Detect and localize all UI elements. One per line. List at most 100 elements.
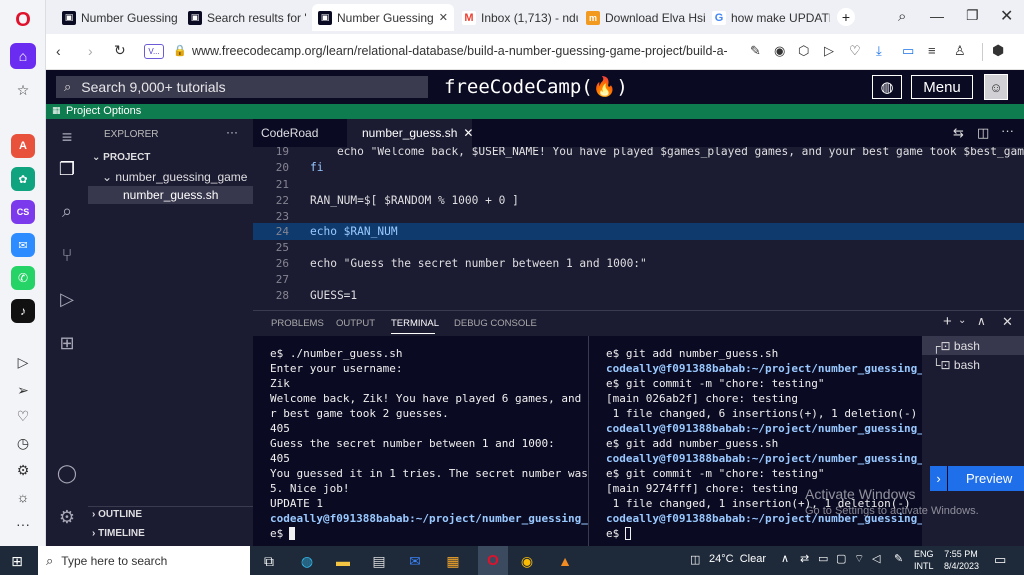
camera-icon[interactable]: ◉ <box>774 43 785 59</box>
search-tabs-icon[interactable]: ⌕ <box>898 8 906 25</box>
language-indicator[interactable]: ENG INTL <box>914 548 934 572</box>
home-icon[interactable]: ⌂ <box>10 43 36 69</box>
account-icon[interactable]: ◯ <box>55 461 79 485</box>
source-control-icon[interactable]: ⑂ <box>55 243 79 267</box>
outline-section[interactable]: › OUTLINE <box>92 509 142 520</box>
preview-button[interactable]: › Preview <box>930 466 1024 491</box>
tab-number-guessing-active[interactable]: ▣ Number Guessing Game ✕ <box>312 4 454 31</box>
close-tab-icon[interactable]: ✕ <box>434 11 448 24</box>
folder-number-guessing-game[interactable]: ⌄ number_guessing_game <box>102 170 247 184</box>
tab-problems[interactable]: PROBLEMS <box>271 318 324 329</box>
run-debug-icon[interactable]: ▷ <box>55 287 79 311</box>
edge-icon[interactable]: ◍ <box>296 550 318 572</box>
search-icon[interactable]: ⌕ <box>55 199 79 223</box>
explorer-more-icon[interactable]: ··· <box>226 125 238 139</box>
terminal-item-1[interactable]: ┌⊡ bash <box>932 339 980 353</box>
messenger-icon[interactable]: ✉ <box>11 233 35 257</box>
heart-icon[interactable]: ♡ <box>11 404 35 428</box>
weather-text[interactable]: 24°C Clear <box>709 553 766 565</box>
tab-search-results[interactable]: ▣ Search results for 'Bu <box>182 4 306 31</box>
play-icon[interactable]: ▷ <box>824 43 834 59</box>
tab-terminal[interactable]: TERMINAL <box>391 318 439 329</box>
display-icon[interactable]: ▢ <box>836 552 846 565</box>
opera-taskbar-icon[interactable]: O <box>478 546 508 575</box>
restore-icon[interactable]: ❐ <box>966 7 979 24</box>
file-explorer-icon[interactable]: ▬ <box>332 550 354 572</box>
hamburger-icon[interactable]: ≡ <box>55 125 79 149</box>
chatgpt-icon[interactable]: ✿ <box>11 167 35 191</box>
menu-lines-icon[interactable]: ≡ <box>928 43 936 58</box>
menu-button[interactable]: Menu <box>911 75 973 99</box>
tab-number-guess-sh[interactable]: number_guess.sh ✕ <box>347 119 473 147</box>
tab-output[interactable]: OUTPUT <box>336 318 375 329</box>
forward-icon[interactable]: › <box>88 43 93 59</box>
timeline-section[interactable]: › TIMELINE <box>92 528 145 539</box>
notifications-icon[interactable]: ▭ <box>994 552 1006 568</box>
wifi-icon[interactable]: ⌔ <box>854 552 864 566</box>
windows-start-icon[interactable]: ⊞ <box>6 550 28 572</box>
tiktok-icon[interactable]: ♪ <box>11 299 35 323</box>
opera-logo-icon[interactable]: O <box>11 8 35 32</box>
globe-icon[interactable]: ◍ <box>872 75 902 99</box>
manage-gear-icon[interactable]: ⚙ <box>55 505 79 529</box>
edit-icon[interactable]: ✎ <box>750 43 761 59</box>
chevron-down-icon[interactable]: ⌄ <box>958 315 966 326</box>
explorer-icon[interactable]: ❐ <box>55 157 79 181</box>
chrome-icon[interactable]: ◉ <box>516 550 538 572</box>
settings-icon[interactable]: ⚙ <box>11 458 35 482</box>
taskbar-search[interactable]: ⌕ Type here to search <box>38 546 250 575</box>
close-panel-icon[interactable]: ✕ <box>1002 314 1013 330</box>
player-icon[interactable]: ▷ <box>11 350 35 374</box>
vlc-icon[interactable]: ▲ <box>554 550 576 572</box>
project-options-button[interactable]: Project Options <box>66 105 141 117</box>
more-icon[interactable]: ··· <box>11 512 35 536</box>
tab-coderoad[interactable]: CodeRoad <box>253 119 347 147</box>
task-view-icon[interactable]: ⧉ <box>258 550 280 572</box>
battery-icon[interactable]: ▭ <box>818 552 828 565</box>
code-editor[interactable]: 19 echo "Welcome back, $USER_NAME! You h… <box>253 147 1024 310</box>
editor-more-icon[interactable]: ··· <box>1001 123 1014 138</box>
tab-gmail-inbox[interactable]: M Inbox (1,713) - nduz <box>456 4 578 31</box>
sync-icon[interactable]: ⇄ <box>800 552 809 565</box>
minimize-icon[interactable]: — <box>930 8 944 24</box>
avatar[interactable]: ☺ <box>984 74 1008 100</box>
back-icon[interactable]: ‹ <box>56 43 61 59</box>
cube-icon[interactable]: ⬡ <box>798 43 809 59</box>
store-icon[interactable]: ▤ <box>368 550 390 572</box>
terminal-item-2[interactable]: └⊡ bash <box>932 358 980 372</box>
fcc-logo[interactable]: freeCodeCamp(🔥) <box>444 75 628 98</box>
volume-icon[interactable]: ◁ <box>872 552 880 565</box>
chatsonic-icon[interactable]: CS <box>11 200 35 224</box>
vpn-chip[interactable]: V... <box>144 44 164 59</box>
clock[interactable]: 7:55 PM 8/4/2023 <box>944 548 979 572</box>
new-terminal-icon[interactable]: + <box>943 313 952 330</box>
extensions-icon[interactable]: ⬢ <box>992 42 1004 59</box>
heart-outline-icon[interactable]: ♡ <box>849 43 861 59</box>
aria-icon[interactable]: A <box>11 134 35 158</box>
send-icon[interactable]: ➢ <box>11 378 35 402</box>
pen-icon[interactable]: ✎ <box>894 552 903 565</box>
compare-icon[interactable]: ⇆ <box>953 125 964 141</box>
maximize-panel-icon[interactable]: ∧ <box>977 314 986 328</box>
tray-chevron-icon[interactable]: ∧ <box>781 552 789 565</box>
star-icon[interactable]: ☆ <box>11 78 35 102</box>
tab-google-update[interactable]: G how make UPDATE <box>706 4 830 31</box>
url-input[interactable]: www.freecodecamp.org/learn/relational-da… <box>192 44 727 58</box>
profile-icon[interactable]: ♙ <box>954 43 966 59</box>
mail-icon[interactable]: ✉ <box>404 550 426 572</box>
project-section[interactable]: ⌄ PROJECT <box>92 152 150 163</box>
terminal-left[interactable]: e$ ./number_guess.sh Enter your username:… <box>253 336 588 546</box>
split-editor-icon[interactable]: ◫ <box>977 125 989 141</box>
new-tab-button[interactable]: + <box>837 8 855 26</box>
tab-download-elva[interactable]: m Download Elva Hsiao <box>580 4 706 31</box>
tab-number-guessing-1[interactable]: ▣ Number Guessing G <box>56 4 180 31</box>
file-number-guess-sh[interactable]: number_guess.sh <box>123 188 218 202</box>
extensions-icon[interactable]: ⊞ <box>55 331 79 355</box>
history-icon[interactable]: ◷ <box>11 431 35 455</box>
battery-icon[interactable]: ▭ <box>902 43 914 59</box>
close-icon[interactable]: ✕ <box>463 126 473 140</box>
whatsapp-icon[interactable]: ✆ <box>11 266 35 290</box>
fcc-search-box[interactable]: ⌕ Search 9,000+ tutorials <box>56 76 428 98</box>
bulb-icon[interactable]: ☼ <box>11 485 35 509</box>
reload-icon[interactable]: ↻ <box>114 42 126 59</box>
